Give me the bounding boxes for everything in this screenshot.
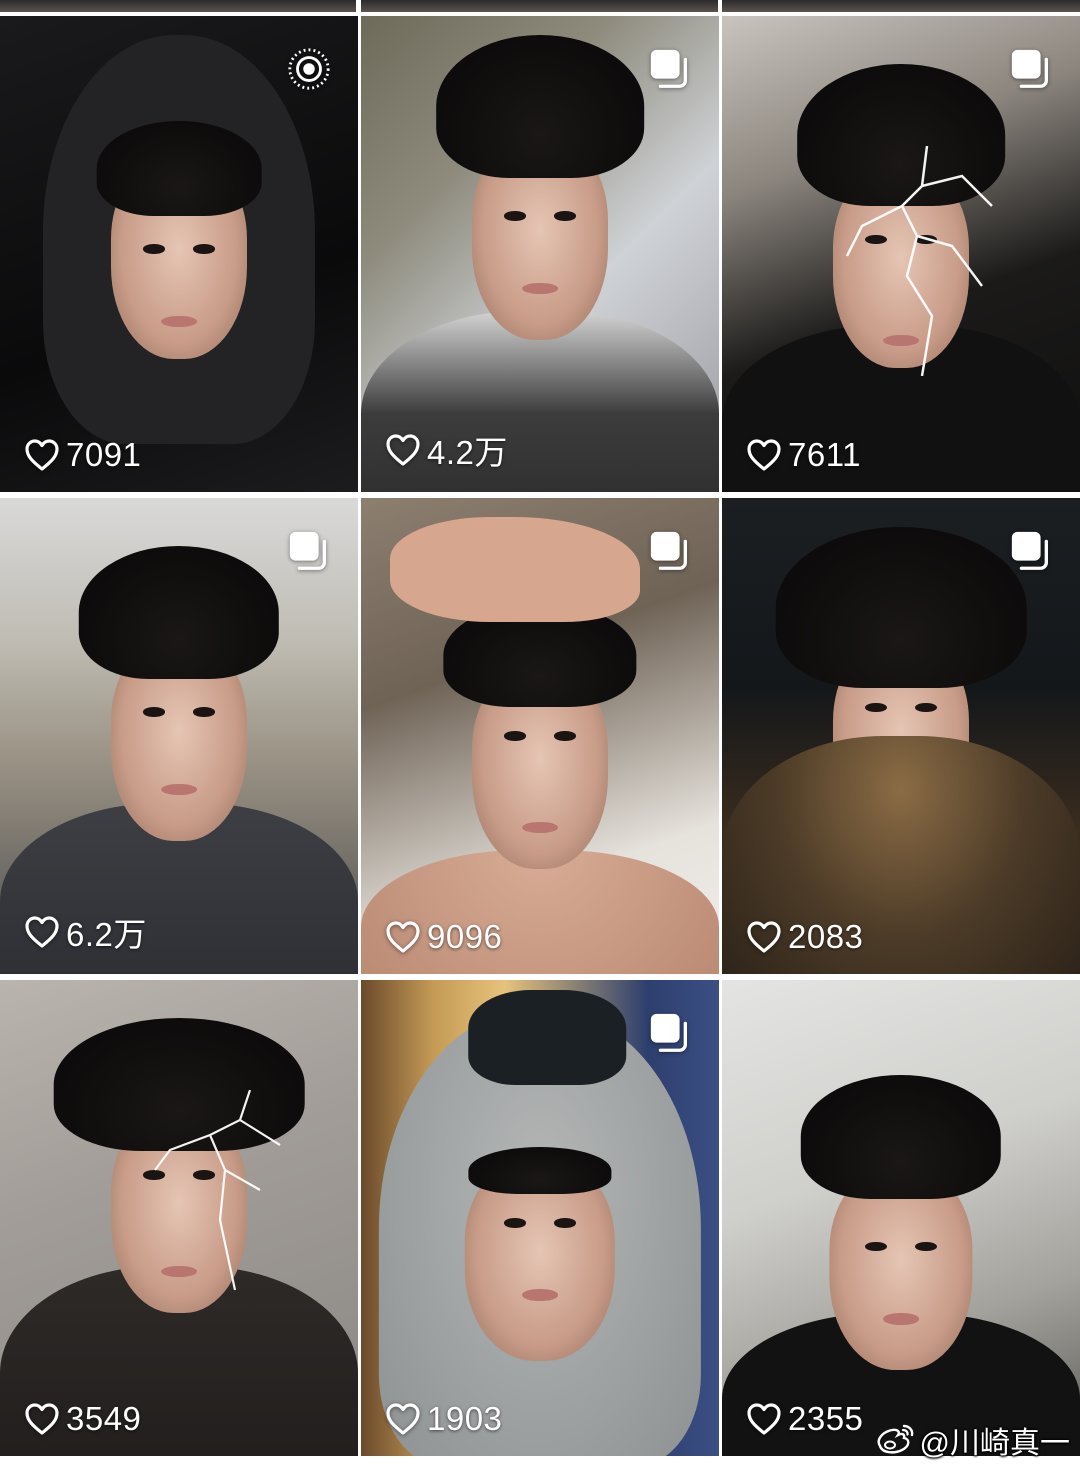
like-count: 7611 [746, 436, 861, 474]
grid-tile[interactable]: 7611 [722, 16, 1080, 492]
hair [78, 545, 280, 679]
eye [193, 244, 215, 254]
eye [554, 211, 576, 221]
grid-tile[interactable]: 1903 [361, 980, 719, 1456]
like-count: 1903 [385, 1400, 502, 1438]
hair [800, 1075, 1002, 1199]
face [829, 1170, 973, 1371]
photo-grid: 7091 4.2万 7611 6.2万 9096 2083 3549 1903 … [0, 16, 1080, 1456]
previous-row-edge [361, 0, 718, 12]
lightning-effect [154, 1090, 281, 1290]
multi-image-icon [1011, 531, 1049, 570]
hair [775, 526, 1027, 689]
weibo-icon [877, 1424, 913, 1454]
live-photo-icon [288, 48, 330, 90]
multi-image-icon [650, 531, 688, 570]
heart-icon [747, 439, 781, 471]
eye [554, 1218, 576, 1228]
eye [865, 702, 887, 713]
eye [504, 731, 526, 741]
like-count: 4.2万 [385, 426, 508, 474]
heart-icon [25, 1403, 59, 1435]
grid-tile[interactable]: 6.2万 [0, 498, 358, 974]
heart-icon [25, 916, 59, 948]
like-count: 7091 [24, 436, 141, 474]
watermark-handle: @川崎真一 [919, 1427, 1070, 1460]
lightning-effect [845, 146, 993, 376]
weibo-watermark: @川崎真一 [872, 1418, 1070, 1462]
multi-image-icon [289, 531, 327, 570]
eye [193, 707, 215, 717]
multi-image-icon [1011, 49, 1049, 88]
like-count-value: 2083 [788, 918, 864, 955]
like-count-value: 7611 [788, 436, 861, 473]
like-count: 6.2万 [24, 908, 147, 956]
eye [915, 1241, 937, 1252]
heart-icon [25, 439, 59, 471]
like-count-value: 1903 [427, 1400, 503, 1437]
eye [504, 211, 526, 221]
hand [389, 517, 641, 622]
heart-icon [386, 434, 420, 466]
top-strip [0, 0, 1080, 12]
eye [554, 731, 576, 741]
eye [143, 244, 165, 254]
multi-image-icon [650, 1013, 688, 1052]
previous-row-edge [0, 0, 356, 12]
previous-row-edge [722, 0, 1080, 12]
like-count-value: 6.2万 [66, 916, 147, 953]
eye [915, 702, 937, 713]
grid-tile[interactable]: 4.2万 [361, 16, 719, 492]
heart-icon [747, 921, 781, 953]
grid-tile[interactable]: 3549 [0, 980, 358, 1456]
like-count-value: 4.2万 [427, 434, 508, 471]
like-count: 9096 [385, 918, 502, 956]
like-count-value: 9096 [427, 918, 503, 955]
hair [468, 1146, 612, 1195]
grid-tile[interactable]: 2083 [722, 498, 1080, 974]
heart-icon [386, 1403, 420, 1435]
heart-icon [747, 1403, 781, 1435]
eye [143, 707, 165, 717]
grid-tile[interactable]: 7091 [0, 16, 358, 492]
eye [865, 1241, 887, 1252]
heart-icon [386, 921, 420, 953]
like-count-value: 2355 [788, 1400, 864, 1437]
grid-tile[interactable]: 9096 [361, 498, 719, 974]
like-count: 3549 [24, 1400, 141, 1438]
hair [96, 120, 262, 216]
like-count-value: 7091 [66, 436, 142, 473]
like-count: 2083 [746, 918, 863, 956]
multi-image-icon [650, 49, 688, 88]
eye [504, 1218, 526, 1228]
grid-tile[interactable]: 2355 [722, 980, 1080, 1456]
like-count-value: 3549 [66, 1400, 142, 1437]
like-count: 2355 [746, 1400, 863, 1438]
hair [436, 35, 644, 178]
hood-patch [468, 989, 626, 1085]
